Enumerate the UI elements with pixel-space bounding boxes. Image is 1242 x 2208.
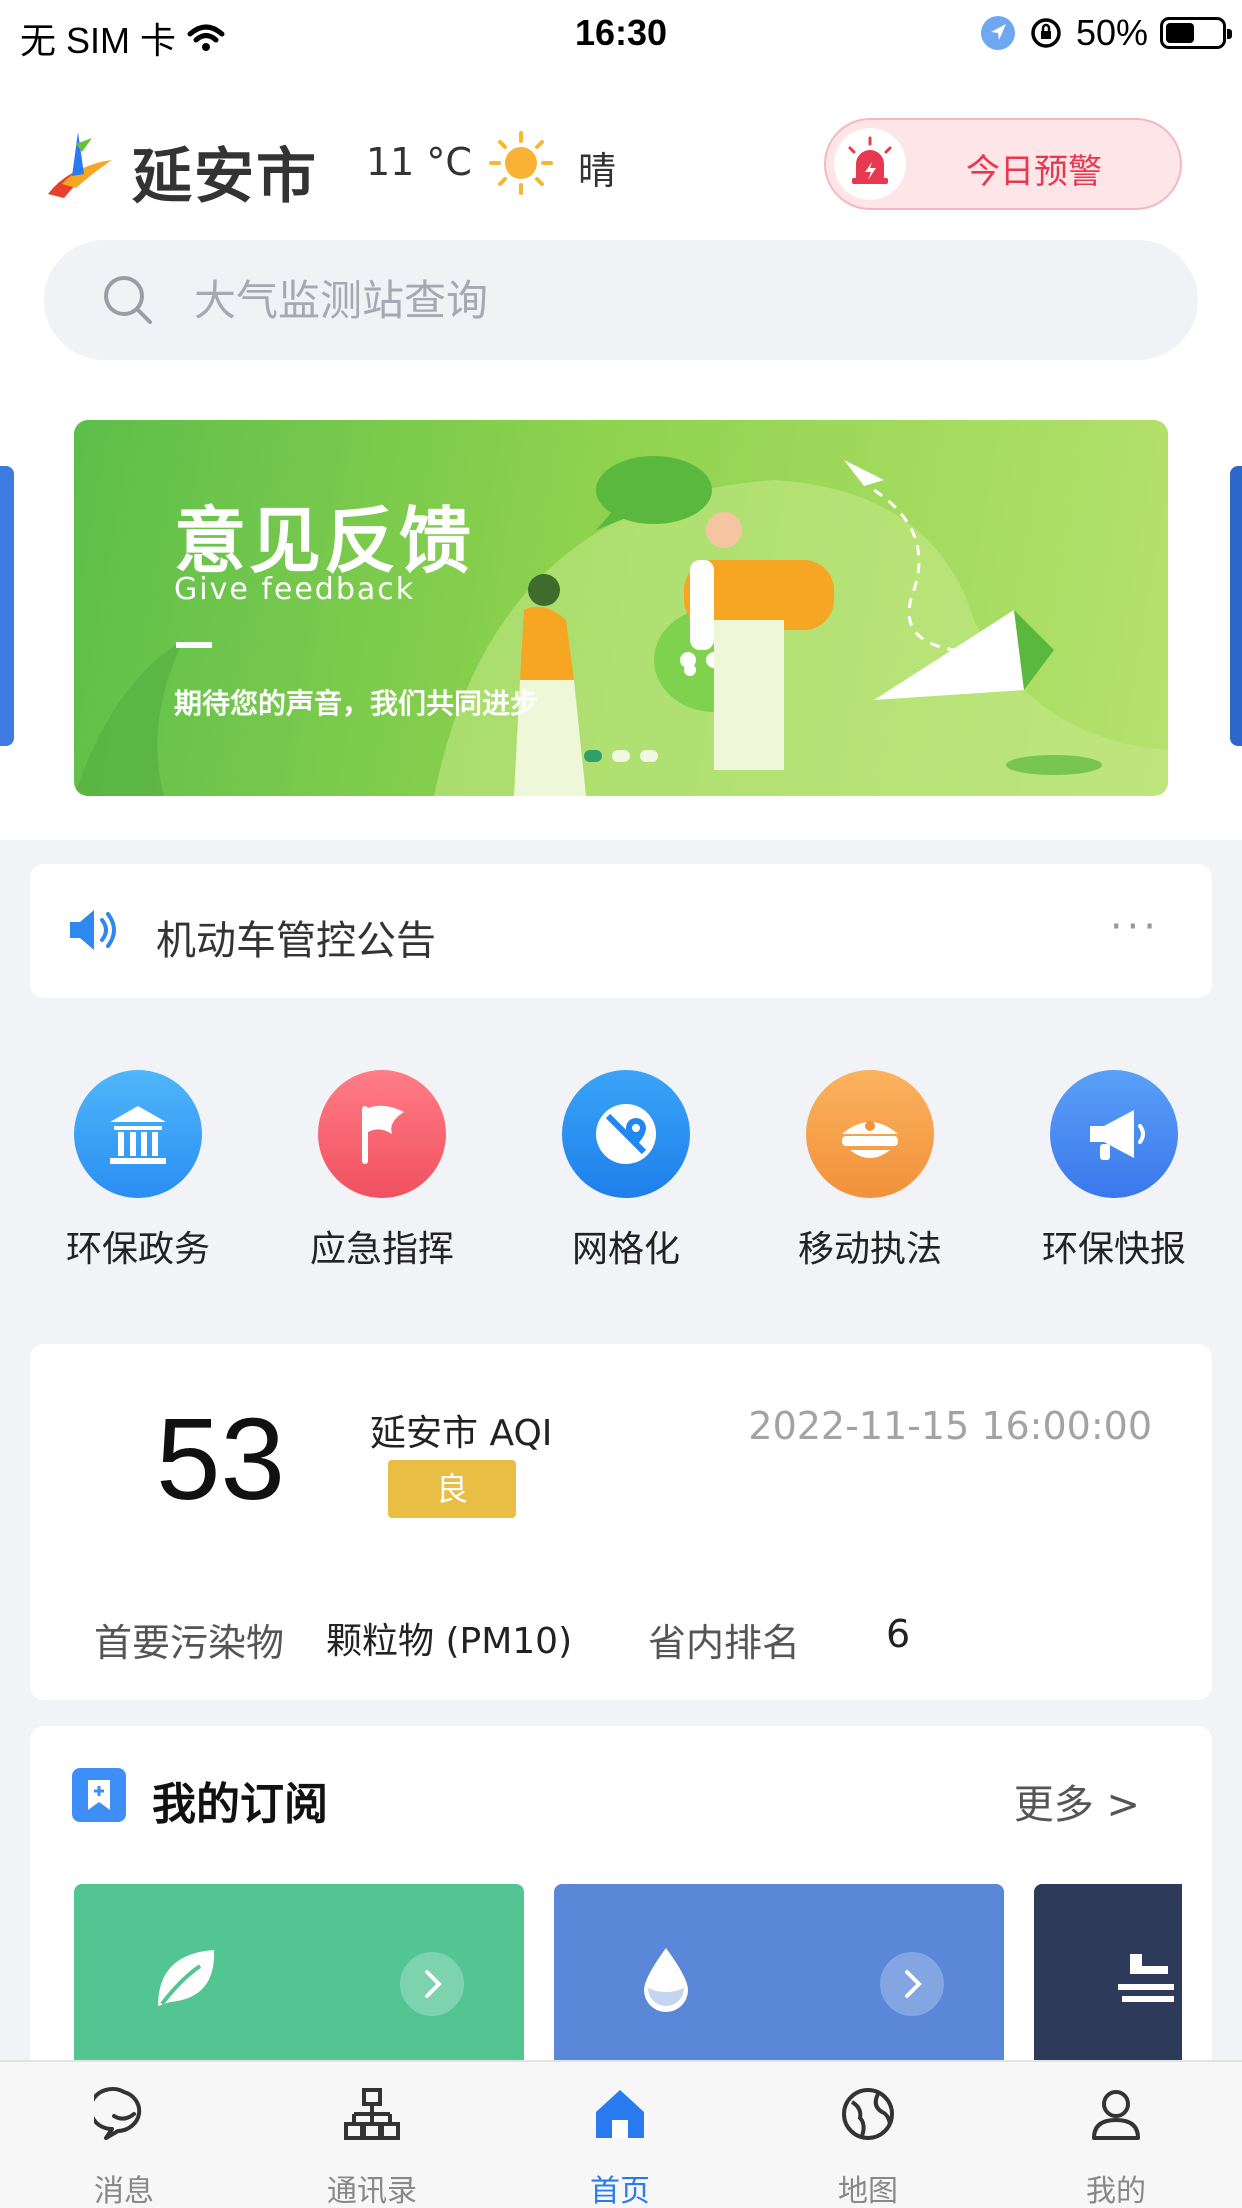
tab-profile[interactable]: 我的: [992, 2062, 1240, 2208]
banner-divider: [176, 642, 212, 648]
app-label: 应急指挥: [309, 1229, 454, 1270]
tab-label: 我的: [1086, 2174, 1146, 2208]
today-alert-button[interactable]: 今日预警: [824, 118, 1182, 210]
city-logo-icon: [48, 132, 112, 198]
chevron-right-icon: [905, 1970, 922, 1998]
weather-label: 晴: [578, 149, 617, 193]
search-icon: [104, 276, 152, 324]
location-arrow-icon: [980, 16, 1015, 50]
chevron-right-icon: [425, 1970, 442, 1998]
aqi-level-badge: 良: [388, 1460, 516, 1518]
tab-messages[interactable]: 消息: [0, 2062, 248, 2208]
app-icon-circle: [318, 1070, 446, 1198]
banner-prev-peek[interactable]: [0, 466, 14, 746]
status-right: 50%: [980, 12, 1232, 54]
banner-slogan: 期待您的声音，我们共同进步: [174, 687, 539, 720]
aqi-value: 53: [156, 1394, 286, 1524]
primary-pollutant-value: 颗粒物 (PM10): [326, 1621, 573, 1662]
app-environmental-news[interactable]: 环保快报: [1014, 1070, 1214, 1270]
carousel-dots: [584, 750, 658, 762]
header: 延安市 11 °C 晴 今日预警: [0, 110, 1242, 220]
carousel-dot[interactable]: [612, 750, 630, 762]
map-pin-icon: [596, 1104, 656, 1164]
province-rank-value: 6: [886, 1612, 911, 1656]
aqi-card[interactable]: 53 延安市 AQI 良 2022-11-15 16:00:00 首要污染物 颗…: [30, 1344, 1212, 1700]
quick-apps: 环保政务 应急指挥 网格化 移动执法 环保快报: [0, 1070, 1242, 1270]
speaker-icon: [70, 910, 116, 950]
aqi-timestamp: 2022-11-15 16:00:00: [748, 1404, 1152, 1448]
primary-pollutant-label: 首要污染物: [94, 1621, 285, 1665]
alert-icon-wrap: [834, 128, 906, 200]
temperature: 11 °C: [366, 140, 472, 184]
tile-arrow-button[interactable]: [400, 1952, 464, 2016]
app-environmental-affairs[interactable]: 环保政务: [38, 1070, 238, 1270]
tab-label: 地图: [838, 2174, 898, 2208]
tab-label: 首页: [590, 2174, 650, 2208]
notice-bar[interactable]: 机动车管控公告 ···: [30, 864, 1212, 998]
app-label: 环保政务: [65, 1229, 210, 1270]
subscriptions-title: 我的订阅: [152, 1779, 328, 1830]
app-icon-circle: [562, 1070, 690, 1198]
banner-next-peek[interactable]: [1230, 466, 1242, 746]
water-drop-icon: [644, 1948, 688, 2012]
subscriptions-more-link[interactable]: 更多 >: [1014, 1772, 1140, 1830]
app-label: 移动执法: [797, 1229, 942, 1270]
app-label: 网格化: [571, 1229, 680, 1270]
user-icon: [1092, 2090, 1140, 2140]
app-icon-circle: [74, 1070, 202, 1198]
notice-more-button[interactable]: ···: [1110, 904, 1160, 950]
battery-icon: [1160, 17, 1232, 49]
banner-subtitle: Give feedback: [174, 572, 416, 607]
search-bar[interactable]: [44, 240, 1198, 360]
feedback-illustration: [74, 456, 1168, 796]
officer-cap-icon: [842, 1121, 898, 1158]
tab-bar: 消息 通讯录 首页 地图 我的: [0, 2060, 1242, 2208]
tab-contacts[interactable]: 通讯录: [248, 2062, 496, 2208]
carousel-dot[interactable]: [640, 750, 658, 762]
tab-map[interactable]: 地图: [744, 2062, 992, 2208]
flag-icon: [362, 1105, 404, 1164]
search-input[interactable]: [194, 268, 1094, 332]
megaphone-icon: [1090, 1110, 1145, 1160]
bookmark-icon: [72, 1768, 126, 1822]
feedback-banner[interactable]: 意见反馈 Give feedback 期待您的声音，我们共同进步: [74, 420, 1168, 796]
app-icon-circle: [1050, 1070, 1178, 1198]
app-grid-management[interactable]: 网格化: [526, 1070, 726, 1270]
alert-label: 今日预警: [966, 152, 1102, 192]
province-rank-label: 省内排名: [648, 1621, 801, 1665]
globe-icon: [842, 2088, 894, 2140]
app-emergency-command[interactable]: 应急指挥: [282, 1070, 482, 1270]
sun-icon: [489, 131, 553, 195]
org-chart-icon: [344, 2088, 400, 2140]
tab-label: 消息: [94, 2174, 154, 2208]
orientation-lock-icon: [1031, 18, 1061, 48]
tab-label: 通讯录: [327, 2174, 417, 2208]
carousel-dot[interactable]: [584, 750, 602, 762]
chat-bubble-icon: [94, 2087, 142, 2140]
factory-icon: [1118, 1954, 1174, 2002]
notice-text: 机动车管控公告: [156, 918, 436, 964]
app-mobile-enforcement[interactable]: 移动执法: [770, 1070, 970, 1270]
battery-percent: 50%: [1075, 12, 1148, 53]
leaf-icon: [158, 1950, 215, 2006]
government-building-icon: [110, 1106, 166, 1164]
home-icon: [596, 2090, 644, 2138]
siren-icon: [848, 136, 892, 184]
city-name: 延安市: [132, 142, 318, 212]
app-icon-circle: [806, 1070, 934, 1198]
tab-home[interactable]: 首页: [496, 2062, 744, 2208]
aqi-city-label: 延安市 AQI: [370, 1413, 553, 1454]
app-label: 环保快报: [1041, 1229, 1186, 1270]
status-bar: 无 SIM 卡 16:30 50%: [0, 0, 1242, 62]
tile-arrow-button[interactable]: [880, 1952, 944, 2016]
